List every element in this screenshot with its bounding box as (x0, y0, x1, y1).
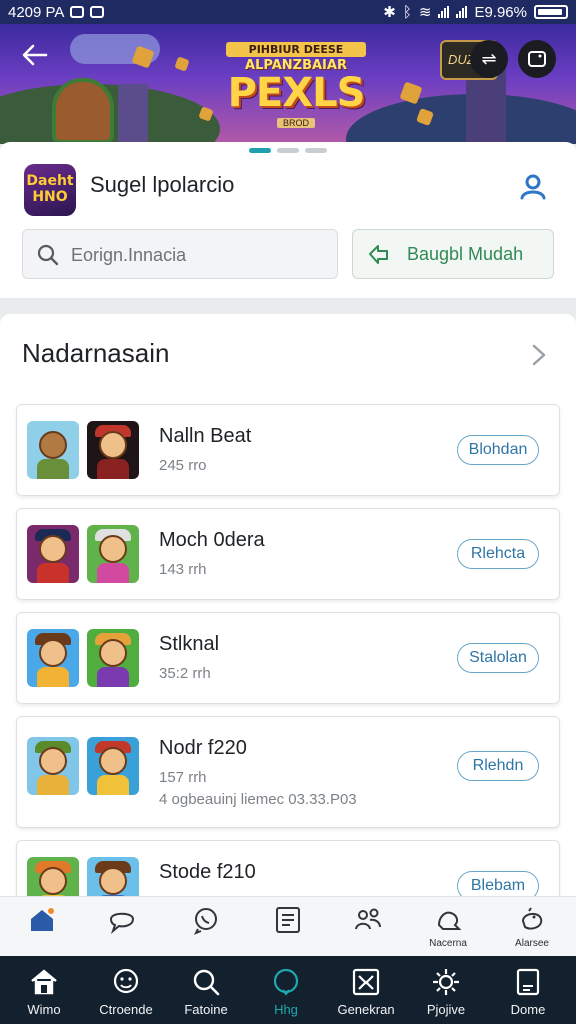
recommendation-section: Nadarnasain Nalln Beat 245 rro Blohdan M… (0, 314, 576, 932)
app-icon: Daeht HNO (24, 164, 76, 216)
item-meta: 245 rro (159, 457, 207, 474)
list-icon (276, 907, 300, 933)
list-item[interactable]: Nodr f220 157 rrh 4 ogbeauinj liemec 03.… (16, 716, 560, 828)
carousel-dots (0, 148, 576, 153)
nav-documents[interactable]: Dome (492, 966, 564, 1022)
item-action-button[interactable]: Rlehcta (457, 539, 539, 569)
carousel-dot-active[interactable] (249, 148, 271, 153)
share-button[interactable]: ⇌ (470, 40, 508, 78)
back-button[interactable] (20, 40, 60, 74)
section-title: Nadarnasain (22, 338, 170, 368)
item-title: Nalln Beat (159, 425, 252, 447)
battery-percent: E9.96% (474, 3, 527, 21)
search-input[interactable] (71, 240, 321, 270)
banner-character (52, 78, 114, 144)
game-thumbnail (87, 421, 139, 479)
bird-icon (521, 907, 543, 930)
nav-center[interactable]: Hhg (250, 966, 322, 1022)
list-item[interactable]: Nalln Beat 245 rro Blohdan (16, 404, 560, 496)
banner-title-main: PEXLS (227, 70, 366, 116)
signal-icon (438, 6, 450, 18)
whatsapp-icon (193, 908, 217, 935)
vibrate-icon: ✱ (383, 4, 396, 21)
game-thumbnail (87, 629, 139, 687)
circle-icon (273, 968, 299, 996)
notification-icon (70, 6, 85, 18)
settings-icon (433, 969, 459, 995)
item-action-button[interactable]: Rlehdn (457, 751, 539, 781)
banner-title-top: PIHBIUR DEESE (226, 42, 366, 57)
nav-gallery[interactable]: Genekran (330, 966, 402, 1022)
smile-icon (113, 968, 139, 994)
item-title: Stode f210 (159, 861, 256, 883)
document-icon (516, 968, 540, 996)
item-meta: 35:2 rrh (159, 665, 211, 682)
item-meta-secondary: 4 ogbeauinj liemec 03.33.P03 (159, 791, 357, 808)
secondary-tab-bar: Nacerna Alarsee (0, 896, 576, 956)
tab-bird[interactable]: Alarsee (502, 905, 562, 955)
nav-settings[interactable]: Pjojive (410, 966, 482, 1022)
chat-bubble-icon (109, 912, 135, 935)
item-action-button[interactable]: Stalolan (457, 643, 539, 673)
status-time: 4209 PA (8, 3, 65, 21)
search-icon (193, 969, 220, 996)
carousel-dot[interactable] (277, 148, 299, 153)
status-bar: 4209 PA ✱ ᛒ ≋ E9.96% (0, 0, 576, 24)
item-title: Moch 0dera (159, 529, 265, 551)
people-icon (355, 908, 381, 930)
search-field[interactable] (22, 229, 338, 279)
list-item[interactable]: Moch 0dera 143 rrh Rlehcta (16, 508, 560, 600)
image-icon (352, 968, 380, 996)
item-title: Nodr f220 (159, 737, 247, 759)
chevron-right-icon[interactable] (528, 342, 550, 368)
nav-friends[interactable]: Ctroende (90, 966, 162, 1022)
banner-logo: PIHBIUR DEESE ALPANZBAIAR PEXLS BROD (226, 42, 366, 131)
nav-home[interactable]: Wimo (8, 966, 80, 1022)
banner-hill-right (346, 94, 576, 144)
more-button[interactable] (518, 40, 556, 78)
tab-list[interactable] (258, 905, 318, 955)
house-icon (31, 969, 57, 995)
game-thumbnail (27, 737, 79, 795)
game-thumbnail (27, 525, 79, 583)
banner-tower (118, 84, 148, 144)
item-meta: 157 rrh (159, 769, 207, 786)
bottom-navigation: Wimo Ctroende Fatoine Hhg Genekran Pjoji… (0, 956, 576, 1024)
gallery-icon (90, 6, 105, 18)
puzzle-icon (437, 911, 462, 930)
item-action-button[interactable]: Blohdan (457, 435, 539, 465)
arrow-left-icon (22, 44, 48, 66)
quick-action-button[interactable]: Baugbl Mudah (352, 229, 554, 279)
game-thumbnail (87, 525, 139, 583)
nav-search[interactable]: Fatoine (170, 966, 242, 1022)
game-thumbnail (27, 421, 79, 479)
tab-people[interactable] (338, 905, 398, 955)
share-icon: ⇌ (481, 48, 497, 69)
window-icon (528, 51, 546, 67)
carousel-dot[interactable] (305, 148, 327, 153)
game-banner: PIHBIUR DEESE ALPANZBAIAR PEXLS BROD DUZ… (0, 24, 576, 144)
wifi-icon: ≋ (418, 4, 432, 21)
item-meta: 143 rrh (159, 561, 207, 578)
item-title: Stlknal (159, 633, 220, 655)
banner-title-sub: BROD (276, 118, 315, 128)
tab-whatsapp[interactable] (176, 905, 236, 955)
tab-home[interactable] (12, 905, 72, 955)
tab-chat[interactable] (92, 905, 152, 955)
signal-icon-2 (456, 6, 468, 18)
banner-cube (174, 56, 190, 72)
list-item[interactable]: Stlknal 35:2 rrh Stalolan (16, 612, 560, 704)
bluetooth-icon: ᛒ (402, 3, 412, 21)
search-icon (37, 244, 59, 266)
game-thumbnail (27, 629, 79, 687)
app-name: Sugel lpolarcio (90, 172, 235, 197)
home-icon (31, 908, 54, 931)
profile-icon[interactable] (516, 170, 550, 204)
app-header-card: Daeht HNO Sugel lpolarcio Baugbl Mudah (0, 142, 576, 298)
tab-puzzle[interactable]: Nacerna (418, 905, 478, 955)
bookmark-arrow-icon (369, 245, 388, 264)
quick-action-label: Baugbl Mudah (407, 243, 524, 264)
game-thumbnail (87, 737, 139, 795)
battery-icon (534, 5, 568, 19)
